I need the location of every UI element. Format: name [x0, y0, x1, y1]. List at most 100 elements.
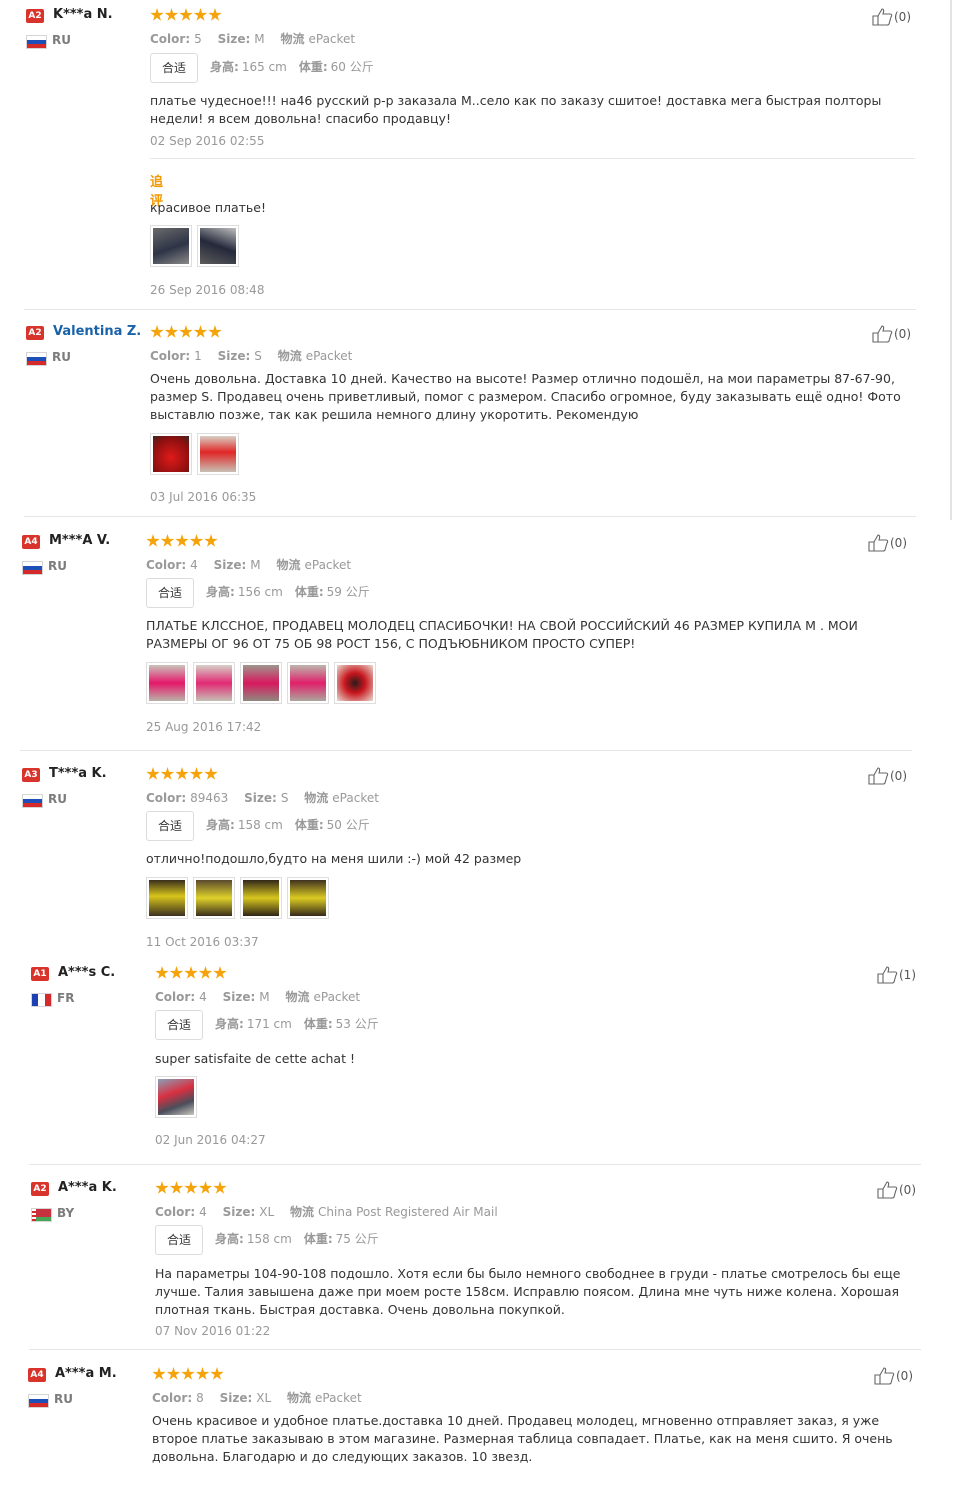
- review-photos: [150, 225, 244, 270]
- thumbs-up-icon: [874, 1367, 895, 1385]
- review-photos: [150, 433, 244, 478]
- country-code: RU: [48, 559, 67, 573]
- like-button[interactable]: (1): [877, 966, 916, 984]
- review-photo[interactable]: [193, 877, 235, 919]
- weight-label: 体重:: [303, 1232, 333, 1246]
- review-photo[interactable]: [150, 225, 192, 267]
- fit-tag: 合适: [155, 1010, 204, 1040]
- review-photo[interactable]: [197, 225, 239, 267]
- fit-info: 合适 身高: 171 cm 体重: 53 公斤: [155, 1010, 379, 1040]
- flag-fr-icon: [31, 993, 52, 1007]
- color-value: 89463: [190, 791, 229, 805]
- user-level-badge: A1: [31, 967, 49, 981]
- reviewer-name-link[interactable]: Valentina Z.: [53, 324, 141, 339]
- like-button[interactable]: (0): [874, 1367, 913, 1385]
- color-value: 4: [199, 1205, 207, 1219]
- color-label: Color:: [146, 558, 187, 572]
- review-photo[interactable]: [240, 662, 282, 704]
- color-label: Color:: [155, 990, 196, 1004]
- review-text: Очень довольна. Доставка 10 дней. Качест…: [150, 371, 901, 422]
- star-icon: [169, 1181, 184, 1194]
- like-button[interactable]: (0): [868, 534, 907, 552]
- review-photos: [146, 662, 381, 707]
- weight-label: 体重:: [294, 818, 324, 832]
- star-icon: [155, 1181, 169, 1194]
- star-icon: [160, 767, 175, 780]
- star-icon: [204, 534, 218, 547]
- review-photos: [146, 877, 334, 922]
- star-icon: [181, 1367, 195, 1380]
- thumbs-up-icon: [877, 966, 898, 984]
- star-icon: [195, 1367, 210, 1380]
- user-level-badge: A4: [22, 535, 40, 549]
- weight-value: 75 公斤: [335, 1232, 379, 1246]
- star-icon: [193, 325, 208, 338]
- color-label: Color:: [146, 791, 187, 805]
- shipping-value: ePacket: [305, 349, 353, 363]
- height-label: 身高:: [206, 585, 235, 599]
- country-code: BY: [57, 1206, 75, 1220]
- height-label: 身高:: [215, 1017, 244, 1031]
- user-level-badge: A2: [26, 9, 44, 23]
- star-icon: [179, 325, 193, 338]
- review-photo[interactable]: [193, 662, 235, 704]
- star-icon: [164, 8, 179, 21]
- height-label: 身高:: [215, 1232, 244, 1246]
- fit-info: 合适 身高: 158 cm 体重: 75 公斤: [155, 1225, 379, 1255]
- thumbs-up-icon: [868, 534, 889, 552]
- flag-ru-icon: [26, 352, 47, 366]
- user-level-badge: A3: [22, 768, 40, 782]
- shipping-value: ePacket: [315, 1391, 362, 1405]
- country-code: FR: [57, 991, 75, 1005]
- star-icon: [193, 8, 208, 21]
- shipping-value: ePacket: [332, 791, 379, 805]
- size-label: Size:: [213, 558, 247, 572]
- size-label: Size:: [217, 32, 251, 46]
- review-photo[interactable]: [287, 662, 329, 704]
- like-count: (0): [890, 536, 907, 550]
- thumbs-up-icon: [877, 1181, 898, 1199]
- flag-ru-icon: [26, 35, 47, 49]
- like-button[interactable]: (0): [872, 8, 911, 26]
- review-photo[interactable]: [146, 877, 188, 919]
- review-photo[interactable]: [287, 877, 329, 919]
- scrollbar-track[interactable]: [950, 0, 952, 520]
- review-photo[interactable]: [146, 662, 188, 704]
- weight-value: 60 公斤: [330, 60, 374, 74]
- review-photo[interactable]: [197, 433, 239, 475]
- thumbs-up-icon: [868, 767, 889, 785]
- weight-label: 体重:: [294, 585, 324, 599]
- reviewer-name: A***s C.: [58, 965, 116, 980]
- shipping-label: 物流: [285, 990, 310, 1004]
- review-text: Очень красивое и удобное платье.доставка…: [152, 1413, 893, 1464]
- shipping-value: China Post Registered Air Mail: [318, 1205, 498, 1219]
- review-photo[interactable]: [240, 877, 282, 919]
- flag-ru-icon: [22, 561, 43, 575]
- flag-ru-icon: [28, 1394, 49, 1408]
- like-count: (0): [894, 327, 911, 341]
- review-photo[interactable]: [150, 433, 192, 475]
- like-button[interactable]: (0): [877, 1181, 916, 1199]
- fit-tag: 合适: [146, 578, 195, 608]
- review-photo[interactable]: [155, 1076, 197, 1118]
- star-icon: [146, 767, 160, 780]
- rating-stars: [150, 8, 223, 25]
- shipping-value: ePacket: [308, 32, 356, 46]
- reviewer-name: A***a K.: [58, 1180, 117, 1195]
- like-count: (0): [896, 1369, 913, 1383]
- flag-by-icon: [31, 1208, 52, 1222]
- followup-divider: [150, 158, 915, 159]
- review-photo[interactable]: [334, 662, 376, 704]
- size-value: S: [254, 349, 262, 363]
- country-code: RU: [48, 792, 67, 806]
- fit-tag: 合适: [155, 1225, 204, 1255]
- order-attributes: Color: 5 Size: M 物流 ePacket: [150, 30, 355, 47]
- star-icon: [146, 534, 160, 547]
- star-icon: [204, 767, 218, 780]
- like-button[interactable]: (0): [872, 325, 911, 343]
- thumbs-up-icon: [872, 325, 893, 343]
- height-value: 165 cm: [241, 60, 287, 74]
- order-attributes: Color: 89463 Size: S 物流 ePacket: [146, 789, 379, 806]
- like-button[interactable]: (0): [868, 767, 907, 785]
- height-value: 156 cm: [237, 585, 283, 599]
